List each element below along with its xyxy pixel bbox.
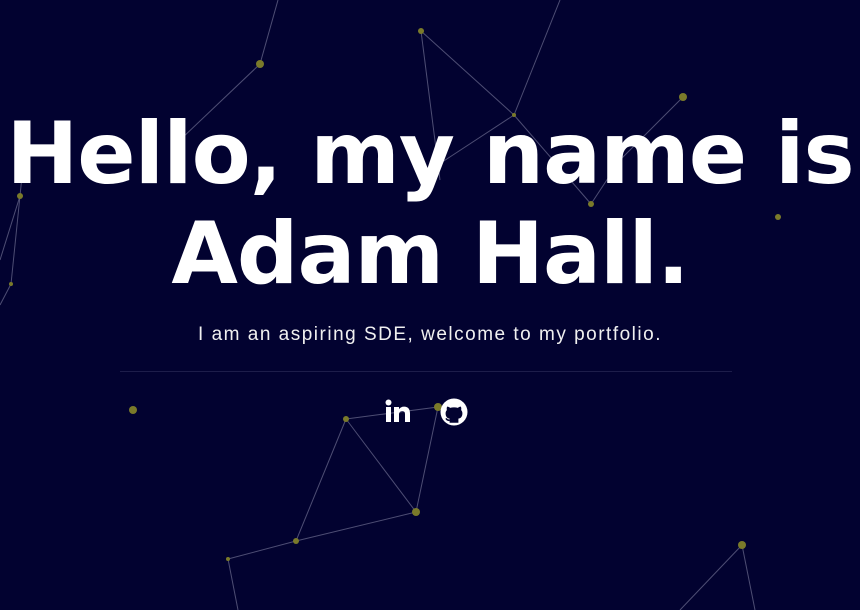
hero-subtitle: I am an aspiring SDE, welcome to my port… <box>198 324 662 345</box>
hero-headline: Hello, my name is Adam Hall. <box>0 104 860 304</box>
github-link[interactable] <box>439 397 469 427</box>
headline-line-name: Adam Hall. <box>171 204 689 304</box>
portfolio-hero-page: Hello, my name is Adam Hall. I am an asp… <box>0 0 860 610</box>
hero-section: Hello, my name is Adam Hall. I am an asp… <box>0 0 860 610</box>
linkedin-icon <box>385 399 410 422</box>
hero-divider <box>120 371 732 372</box>
social-links <box>383 397 473 427</box>
linkedin-link[interactable] <box>383 397 413 427</box>
github-icon <box>440 398 468 426</box>
headline-line-greeting: Hello, my name is <box>6 104 854 204</box>
